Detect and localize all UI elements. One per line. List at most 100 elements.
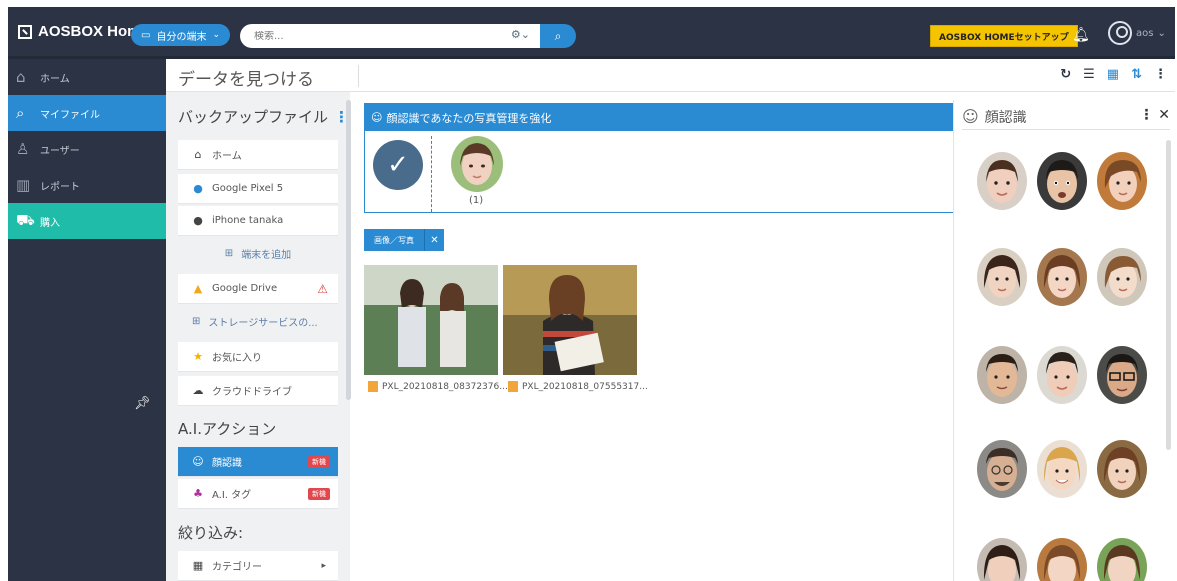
- view-tools: ↻ ☰ ▦ ⇅ ⋮: [1060, 67, 1167, 82]
- filter-title: 絞り込み:: [178, 524, 244, 542]
- cart-icon: ⛟: [16, 211, 35, 229]
- plus-box-icon: ⊞: [192, 315, 201, 327]
- add-storage-link[interactable]: ⊞ ストレージサービスの...: [178, 306, 338, 336]
- left-nav: ⌂ ホーム ⌕ マイファイル ♙ ユーザー ▥ レポート ⛟ 購入 📌︎: [8, 59, 174, 581]
- nav-item-purchase[interactable]: ⛟ 購入: [8, 203, 166, 239]
- search-input[interactable]: [240, 30, 480, 42]
- face-avatar[interactable]: [977, 152, 1027, 210]
- category-label: カテゴリー: [212, 562, 262, 573]
- device-selector[interactable]: ▭ 自分の端末 ⌄: [131, 24, 230, 46]
- select-all-faces[interactable]: ✓: [373, 140, 423, 190]
- face-avatar[interactable]: [1097, 538, 1147, 581]
- face-avatar[interactable]: [1097, 152, 1147, 210]
- nav-item-label: レポート: [40, 181, 80, 193]
- bell-icon[interactable]: 🔔︎: [1072, 27, 1090, 43]
- search-box: ⚙⌄: [240, 24, 540, 48]
- face-panel: ☺ 顔認識 ⋮ ✕: [953, 100, 1175, 581]
- list-view-icon[interactable]: ☰: [1083, 67, 1095, 82]
- chevron-down-icon: ⌄: [212, 30, 220, 40]
- star-icon: ★: [193, 350, 203, 363]
- sources-scrollbar[interactable]: [346, 100, 351, 400]
- close-icon[interactable]: ✕: [424, 229, 444, 251]
- face-thumbnail[interactable]: [451, 136, 503, 192]
- face-avatar[interactable]: [977, 248, 1027, 306]
- new-badge: 新機: [308, 487, 330, 500]
- ai-tag[interactable]: ♣ A.I. タグ 新機: [178, 479, 338, 509]
- ai-item-label: 顔認識: [212, 458, 242, 469]
- category-filter[interactable]: ▦ カテゴリー ▸: [178, 551, 338, 581]
- plus-box-icon: ⊞: [224, 247, 234, 259]
- nav-item-report[interactable]: ▥ レポート: [8, 167, 166, 203]
- sources-panel: バックアップファイル ⋮ ⌂ ホーム ● Google Pixel 5 ● iPh…: [166, 92, 350, 581]
- user-icon: ♙: [16, 140, 30, 158]
- cloud-icon: ☁: [192, 384, 204, 397]
- face-avatar[interactable]: [977, 440, 1027, 498]
- face-avatar[interactable]: [1037, 248, 1087, 306]
- app-logo[interactable]: AOSBOX Home: [18, 23, 149, 40]
- file-name-text: PXL_20210818_07555317...: [522, 381, 648, 392]
- face-avatar[interactable]: [1097, 440, 1147, 498]
- avatar: [1108, 21, 1132, 45]
- tree-icon: ♣: [193, 487, 203, 500]
- logo-icon: [18, 24, 32, 39]
- cloud-drive-item[interactable]: ☁ クラウドドライブ: [178, 376, 338, 406]
- search-icon: ⌕: [16, 104, 25, 122]
- nav-item-label: マイファイル: [40, 109, 100, 121]
- more-icon[interactable]: ⋮: [1139, 107, 1153, 123]
- page-header: データを見つける ↻ ☰ ▦ ⇅ ⋮: [166, 59, 1175, 92]
- file-name[interactable]: PXL_20210818_07555317...: [508, 381, 648, 392]
- close-icon[interactable]: ✕: [1158, 107, 1170, 123]
- gear-icon[interactable]: ⚙⌄: [511, 28, 530, 41]
- add-device-link[interactable]: ⊞ 端末を追加: [178, 238, 338, 268]
- file-name[interactable]: PXL_20210818_08372376...: [368, 381, 508, 392]
- face-avatar[interactable]: [1037, 346, 1087, 404]
- page-title: データを見つける: [178, 70, 314, 90]
- ai-face-recognition[interactable]: ☺ 顔認識 新機: [178, 447, 338, 477]
- search-button[interactable]: ⌕: [540, 24, 576, 48]
- face-panel-tools: ⋮ ✕: [1139, 107, 1170, 123]
- face-avatar[interactable]: [977, 346, 1027, 404]
- check-icon: ✓: [387, 150, 409, 180]
- nav-item-my-files[interactable]: ⌕ マイファイル: [8, 95, 174, 131]
- grid-view-icon[interactable]: ▦: [1107, 67, 1119, 82]
- file-thumbnail[interactable]: [364, 265, 498, 375]
- face-avatar[interactable]: [1037, 152, 1087, 210]
- more-icon[interactable]: ⋮: [1154, 67, 1167, 82]
- pin-icon[interactable]: 📌︎: [134, 396, 151, 411]
- nav-item-label: 購入: [40, 217, 60, 229]
- face-panel-scrollbar[interactable]: [1166, 140, 1171, 450]
- user-menu[interactable]: aos ⌄: [1108, 21, 1166, 45]
- nav-item-home[interactable]: ⌂ ホーム: [8, 59, 166, 95]
- banner-separator: [431, 136, 432, 212]
- chevron-right-icon: ▸: [321, 560, 326, 571]
- file-thumbnail[interactable]: [503, 265, 637, 375]
- face-avatar[interactable]: [1037, 538, 1087, 581]
- smile-icon: ☺: [192, 455, 204, 468]
- top-bar: AOSBOX Home ▭ 自分の端末 ⌄ ⚙⌄ ⌕ AOSBOX HOMEセッ…: [8, 7, 1175, 59]
- refresh-icon[interactable]: ↻: [1060, 67, 1071, 82]
- face-avatar[interactable]: [1097, 346, 1147, 404]
- source-label: ホーム: [212, 151, 242, 162]
- backup-title-text: バックアップファイル: [178, 108, 329, 126]
- grid-icon: ▦: [192, 559, 204, 572]
- image-file-icon: [508, 381, 518, 392]
- ai-actions-title: A.I.アクション: [178, 420, 277, 438]
- banner-header: ☺ 顔認識であなたの写真管理を強化: [365, 104, 953, 131]
- cloud-drive-label: クラウドドライブ: [212, 387, 292, 398]
- face-avatar[interactable]: [1097, 248, 1147, 306]
- sort-icon[interactable]: ⇅: [1131, 67, 1142, 82]
- add-device-label: 端末を追加: [241, 249, 292, 261]
- source-google-pixel[interactable]: ● Google Pixel 5: [178, 174, 338, 204]
- face-avatar[interactable]: [1037, 440, 1087, 498]
- favorites-item[interactable]: ★ お気に入り: [178, 342, 338, 372]
- setup-button[interactable]: AOSBOX HOMEセットアップ: [930, 25, 1078, 47]
- source-iphone[interactable]: ● iPhone tanaka: [178, 206, 338, 236]
- user-name: aos: [1136, 27, 1154, 39]
- new-badge: 新機: [308, 455, 330, 468]
- source-google-drive[interactable]: ▲ Google Drive ⚠: [178, 274, 338, 304]
- source-home[interactable]: ⌂ ホーム: [178, 140, 338, 170]
- favorites-label: お気に入り: [212, 353, 262, 364]
- app-window: AOSBOX Home ▭ 自分の端末 ⌄ ⚙⌄ ⌕ AOSBOX HOMEセッ…: [0, 0, 1177, 581]
- nav-item-users[interactable]: ♙ ユーザー: [8, 131, 166, 167]
- face-avatar[interactable]: [977, 538, 1027, 581]
